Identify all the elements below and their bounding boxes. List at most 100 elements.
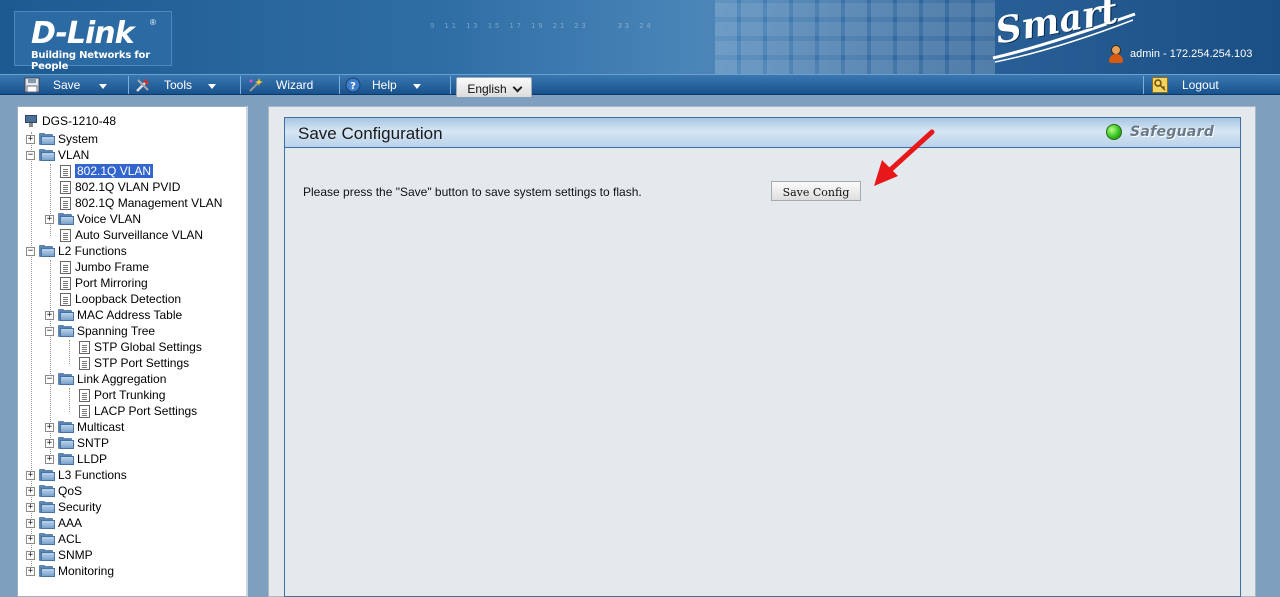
- expand-icon[interactable]: +: [45, 423, 54, 432]
- tree-item-stp-global-settings[interactable]: STP Global Settings: [79, 339, 202, 355]
- logout-button[interactable]: Logout: [1152, 75, 1219, 95]
- floppy-disk-icon: [24, 77, 40, 93]
- tree-item-aaa[interactable]: AAA: [39, 515, 82, 531]
- tree-item-spanning-tree[interactable]: Spanning Tree: [58, 323, 155, 339]
- user-info: admin - 172.254.254.103: [1108, 45, 1252, 63]
- tree-item-port-mirroring[interactable]: Port Mirroring: [60, 275, 148, 291]
- tree-item-link-aggregation[interactable]: Link Aggregation: [58, 371, 166, 387]
- collapse-icon[interactable]: −: [45, 375, 54, 384]
- document-icon: [60, 260, 71, 274]
- expand-icon[interactable]: +: [26, 567, 35, 576]
- save-description: Please press the "Save" button to save s…: [303, 185, 642, 199]
- folder-icon: [39, 549, 55, 561]
- tree-item-auto-surveillance-vlan[interactable]: Auto Surveillance VLAN: [60, 227, 203, 243]
- tree-item-monitoring[interactable]: Monitoring: [39, 563, 114, 579]
- svg-text:?: ?: [350, 81, 356, 92]
- tree-item-system[interactable]: System: [39, 131, 98, 147]
- tree-item-multicast[interactable]: Multicast: [58, 419, 124, 435]
- folder-open-icon: [39, 245, 55, 257]
- switch-ports-graphic: [715, 0, 995, 74]
- expand-icon[interactable]: +: [26, 471, 35, 480]
- tree-item-port-trunking[interactable]: Port Trunking: [79, 387, 165, 403]
- tree-item-label: QoS: [58, 484, 83, 498]
- tree-item-label: Jumbo Frame: [75, 260, 150, 274]
- tree-item-label: 802.1Q Management VLAN: [75, 196, 223, 210]
- collapse-icon[interactable]: −: [26, 151, 35, 160]
- tree-item-mac-address-table[interactable]: MAC Address Table: [58, 307, 182, 323]
- tools-icon: [136, 78, 150, 92]
- document-icon: [60, 228, 71, 242]
- expand-icon[interactable]: +: [26, 535, 35, 544]
- help-menu-label: Help: [372, 78, 397, 92]
- tree-item-label: MAC Address Table: [77, 308, 183, 322]
- folder-icon: [58, 453, 74, 465]
- tree-item-l3-functions[interactable]: L3 Functions: [39, 467, 127, 483]
- tree-item-label: VLAN: [58, 148, 90, 162]
- tree-item-8021q-vlan[interactable]: 802.1Q VLAN: [60, 163, 154, 179]
- tree-item-label: ACL: [58, 532, 82, 546]
- tree-item-label: Link Aggregation: [77, 372, 167, 386]
- toolbar-divider: [128, 76, 129, 94]
- toolbar-divider: [240, 76, 241, 94]
- expand-icon[interactable]: +: [45, 311, 54, 320]
- folder-icon: [58, 437, 74, 449]
- tree-item-jumbo-frame[interactable]: Jumbo Frame: [60, 259, 149, 275]
- tree-item-l2-functions[interactable]: L2 Functions: [39, 243, 127, 259]
- header-decoration: 9 11 13 15 17 19 21 23 33 24: [430, 22, 654, 30]
- registered-mark: ®: [150, 18, 156, 27]
- expand-icon[interactable]: +: [26, 503, 35, 512]
- expand-icon[interactable]: +: [26, 519, 35, 528]
- tree-item-voice-vlan[interactable]: Voice VLAN: [58, 211, 141, 227]
- switch-device-icon: [24, 114, 38, 128]
- tree-item-8021q-management-vlan[interactable]: 802.1Q Management VLAN: [60, 195, 222, 211]
- collapse-icon[interactable]: −: [45, 327, 54, 336]
- expand-icon[interactable]: +: [45, 215, 54, 224]
- folder-icon: [39, 133, 55, 145]
- expand-icon[interactable]: +: [45, 455, 54, 464]
- language-select[interactable]: English: [456, 77, 532, 97]
- tree-item-8021q-vlan-pvid[interactable]: 802.1Q VLAN PVID: [60, 179, 180, 195]
- tree-item-security[interactable]: Security: [39, 499, 101, 515]
- folder-open-icon: [58, 325, 74, 337]
- tools-menu[interactable]: Tools: [135, 75, 217, 95]
- tree-item-label: SNTP: [77, 436, 110, 450]
- save-config-button[interactable]: Save Config: [771, 181, 861, 201]
- collapse-icon[interactable]: −: [26, 247, 35, 256]
- tree-item-loopback-detection[interactable]: Loopback Detection: [60, 291, 181, 307]
- tree-item-label: LACP Port Settings: [94, 404, 198, 418]
- expand-icon[interactable]: +: [26, 551, 35, 560]
- logout-label: Logout: [1182, 78, 1219, 92]
- tree-item-label: Auto Surveillance VLAN: [75, 228, 204, 242]
- tree-item-stp-port-settings[interactable]: STP Port Settings: [79, 355, 189, 371]
- chevron-down-icon: [412, 83, 421, 89]
- save-config-button-label: Save Config: [782, 185, 850, 199]
- tree-item-lldp[interactable]: LLDP: [58, 451, 107, 467]
- tree-item-snmp[interactable]: SNMP: [39, 547, 93, 563]
- help-menu[interactable]: ? Help: [345, 75, 421, 95]
- tree-item-label: SNMP: [58, 548, 93, 562]
- navigation-tree: DGS-1210-48 + System − VLAN 802.1Q VLAN …: [17, 106, 248, 597]
- folder-icon: [58, 421, 74, 433]
- help-globe-icon: ?: [345, 77, 361, 93]
- tree-item-acl[interactable]: ACL: [39, 531, 81, 547]
- folder-icon: [39, 469, 55, 481]
- save-menu[interactable]: Save: [24, 75, 108, 95]
- tree-item-vlan[interactable]: VLAN: [39, 147, 89, 163]
- tree-item-qos[interactable]: QoS: [39, 483, 82, 499]
- wizard-menu[interactable]: Wizard: [247, 75, 313, 95]
- tree-item-label: 802.1Q VLAN: [75, 164, 154, 178]
- tree-root[interactable]: DGS-1210-48: [24, 113, 116, 129]
- expand-icon[interactable]: +: [26, 487, 35, 496]
- tree-item-lacp-port-settings[interactable]: LACP Port Settings: [79, 403, 197, 419]
- tools-menu-label: Tools: [164, 78, 193, 92]
- wizard-wand-icon: [249, 78, 263, 92]
- tree-item-label: LLDP: [77, 452, 108, 466]
- document-icon: [60, 164, 71, 178]
- document-icon: [79, 388, 90, 402]
- logo-tagline: Building Networks for People: [31, 50, 150, 72]
- expand-icon[interactable]: +: [26, 135, 35, 144]
- expand-icon[interactable]: +: [45, 439, 54, 448]
- tree-item-sntp[interactable]: SNTP: [58, 435, 109, 451]
- app-header: 9 11 13 15 17 19 21 23 33 24 D-Link ® Bu…: [0, 0, 1280, 74]
- status-light-icon: [1106, 124, 1122, 140]
